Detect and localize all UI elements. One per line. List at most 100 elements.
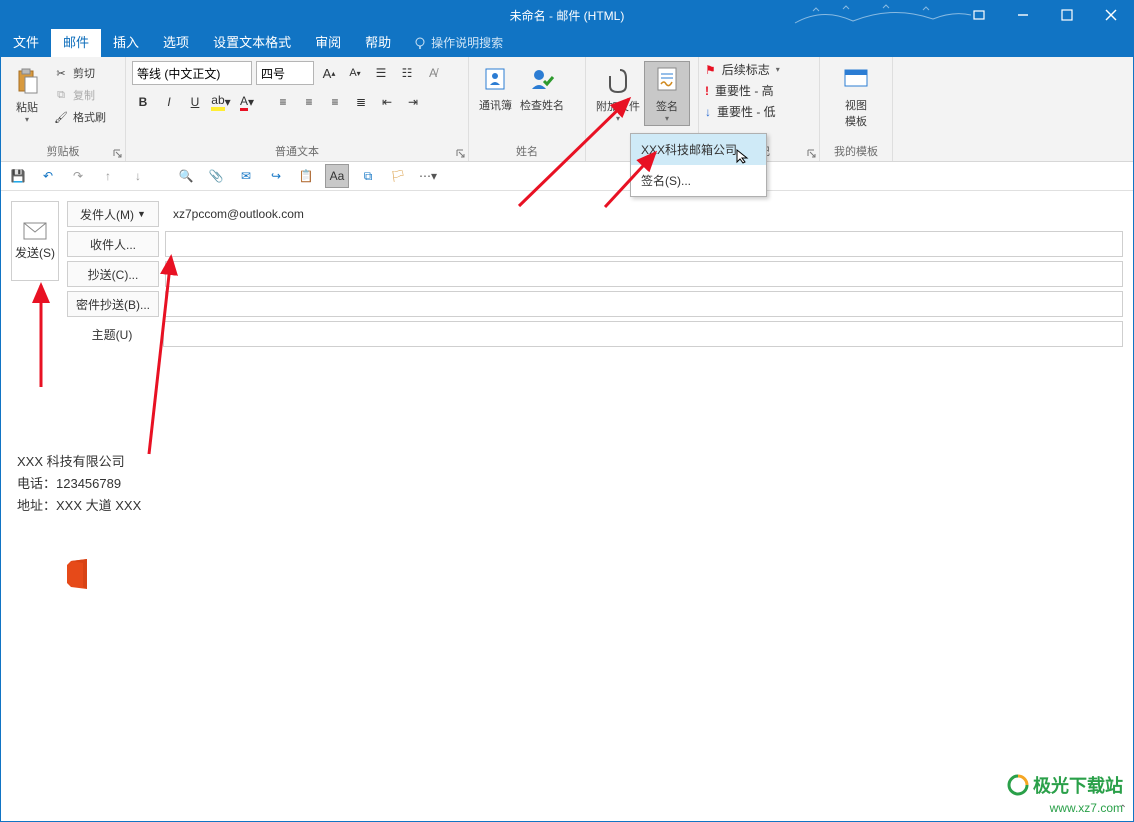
align-center-button[interactable]: ≡: [298, 91, 320, 113]
align-right-button[interactable]: ≡: [324, 91, 346, 113]
to-button[interactable]: 收件人...: [67, 231, 159, 257]
dialog-launcher-icon[interactable]: [456, 149, 466, 159]
font-color-button[interactable]: A▾: [236, 91, 258, 113]
follow-up-button[interactable]: ⚑后续标志▾: [705, 61, 813, 78]
group-basic-text: A▴ A▾ ☰ ☷ A̸ B I U ab▾ A▾ ≡ ≡ ≡ ≣ ⇤ ⇥ 普通…: [126, 57, 469, 161]
send-button[interactable]: 发送(S): [11, 201, 59, 281]
signature-line-2: 电话：123456789: [17, 473, 1117, 495]
dialog-launcher-icon[interactable]: [113, 149, 123, 159]
align-left-button[interactable]: ≡: [272, 91, 294, 113]
low-importance-button[interactable]: ↓重要性 - 低: [705, 103, 813, 120]
scissors-icon: ✂: [53, 65, 69, 81]
signature-menu-item-company[interactable]: XXX科技邮箱公司: [631, 134, 766, 165]
bullets-button[interactable]: ☰: [370, 62, 392, 84]
shrink-font-button[interactable]: A▾: [344, 62, 366, 84]
tell-me-search[interactable]: 操作说明搜索: [403, 28, 513, 57]
tab-insert[interactable]: 插入: [101, 26, 151, 57]
paste-button[interactable]: 粘贴 ▾: [7, 61, 47, 127]
from-value: xz7pccom@outlook.com: [165, 203, 1123, 225]
tab-file[interactable]: 文件: [1, 26, 51, 57]
underline-button[interactable]: U: [184, 91, 206, 113]
signature-button[interactable]: 签名 ▾: [644, 61, 690, 126]
high-importance-button[interactable]: !重要性 - 高: [705, 82, 813, 99]
watermark: 极光下载站 www.xz7.com: [1007, 772, 1123, 815]
clear-format-button[interactable]: A̸: [422, 62, 444, 84]
paperclip-icon: [602, 64, 634, 96]
compose-header: 发送(S) 发件人(M)▼ xz7pccom@outlook.com 收件人..…: [1, 191, 1133, 347]
brush-icon: 🖌: [53, 109, 69, 125]
bcc-input[interactable]: [165, 291, 1123, 317]
subject-label: 主题(U): [67, 322, 157, 346]
highlight-button[interactable]: ab▾: [210, 91, 232, 113]
signature-dropdown: XXX科技邮箱公司 签名(S)...: [630, 133, 767, 197]
cut-button[interactable]: ✂剪切: [49, 63, 110, 83]
zoom-button[interactable]: 🔍: [175, 165, 197, 187]
office-logo-icon: [61, 557, 95, 591]
tab-help[interactable]: 帮助: [353, 26, 403, 57]
numbering-button[interactable]: ☷: [396, 62, 418, 84]
format-painter-button[interactable]: 🖌格式刷: [49, 107, 110, 127]
group-clipboard: 粘贴 ▾ ✂剪切 ⧉复制 🖌格式刷 剪贴板: [1, 57, 126, 161]
font-size-select[interactable]: [256, 61, 314, 85]
close-button[interactable]: [1089, 1, 1133, 29]
signature-menu-item-signatures[interactable]: 签名(S)...: [631, 165, 766, 196]
message-body[interactable]: XXX 科技有限公司 电话：123456789 地址：XXX 大道 XXX: [1, 347, 1133, 605]
prev-item-button[interactable]: ↑: [97, 165, 119, 187]
ribbon-display-options[interactable]: [957, 1, 1001, 29]
attach-file-button[interactable]: 附加文件 ▾: [592, 61, 644, 126]
tags-qat-button[interactable]: ⧉: [357, 165, 379, 187]
flag-icon: ⚑: [705, 63, 716, 77]
subject-input[interactable]: [163, 321, 1123, 347]
titlebar: 未命名 - 邮件 (HTML): [1, 1, 1133, 29]
templates-icon: [840, 63, 872, 95]
send-icon: [23, 222, 47, 240]
quick-access-toolbar: 💾 ↶ ↷ ↑ ↓ 🔍 📎 ✉ ↪ 📋 Aa ⧉ 🏳 ⋯▾: [1, 162, 1133, 191]
group-label: 姓名: [469, 143, 585, 159]
view-templates-button[interactable]: 视图 模板: [826, 61, 886, 131]
bcc-button[interactable]: 密件抄送(B)...: [67, 291, 159, 317]
text-highlight-qat[interactable]: Aa: [325, 164, 349, 188]
bold-button[interactable]: B: [132, 91, 154, 113]
italic-button[interactable]: I: [158, 91, 180, 113]
group-label: 剪贴板: [1, 143, 125, 159]
tab-mail[interactable]: 邮件: [51, 26, 101, 57]
font-family-select[interactable]: [132, 61, 252, 85]
minimize-button[interactable]: [1001, 1, 1045, 29]
increase-indent-button[interactable]: ⇥: [402, 91, 424, 113]
undo-button[interactable]: ↶: [37, 165, 59, 187]
next-item-button[interactable]: ↓: [127, 165, 149, 187]
cc-input[interactable]: [165, 261, 1123, 287]
address-book-button[interactable]: 通讯簿: [475, 61, 516, 115]
chevron-down-icon: ▾: [25, 115, 29, 124]
to-input[interactable]: [165, 231, 1123, 257]
check-names-icon: [526, 63, 558, 95]
copy-button[interactable]: ⧉复制: [49, 85, 110, 105]
check-names-button[interactable]: 检查姓名: [516, 61, 568, 115]
forward-button[interactable]: ↪: [265, 165, 287, 187]
flag-qat-button[interactable]: 🏳: [387, 165, 409, 187]
group-templates: 视图 模板 我的模板: [820, 57, 893, 161]
address-book-icon: [480, 63, 512, 95]
tab-options[interactable]: 选项: [151, 26, 201, 57]
tab-format[interactable]: 设置文本格式: [201, 26, 303, 57]
attach-qat-button[interactable]: 📎: [205, 165, 227, 187]
signature-line-3: 地址：XXX 大道 XXX: [17, 495, 1117, 517]
more-qat-button[interactable]: ⋯▾: [417, 165, 439, 187]
arrow-down-icon: ↓: [705, 105, 711, 119]
dialog-launcher-icon[interactable]: [807, 149, 817, 159]
paste-qat-button[interactable]: 📋: [295, 165, 317, 187]
save-button[interactable]: 💾: [7, 165, 29, 187]
menubar: 文件 邮件 插入 选项 设置文本格式 审阅 帮助 操作说明搜索: [1, 29, 1133, 57]
decrease-indent-button[interactable]: ⇤: [376, 91, 398, 113]
from-button[interactable]: 发件人(M)▼: [67, 201, 159, 227]
copy-icon: ⧉: [53, 87, 69, 103]
cc-button[interactable]: 抄送(C)...: [67, 261, 159, 287]
ribbon: 粘贴 ▾ ✂剪切 ⧉复制 🖌格式刷 剪贴板 A▴ A▾ ☰ ☷: [1, 57, 1133, 162]
chevron-down-icon: ▾: [616, 114, 620, 123]
grow-font-button[interactable]: A▴: [318, 62, 340, 84]
maximize-button[interactable]: [1045, 1, 1089, 29]
redo-button[interactable]: ↷: [67, 165, 89, 187]
line-spacing-button[interactable]: ≣: [350, 91, 372, 113]
tab-review[interactable]: 审阅: [303, 26, 353, 57]
send-receive-button[interactable]: ✉: [235, 165, 257, 187]
